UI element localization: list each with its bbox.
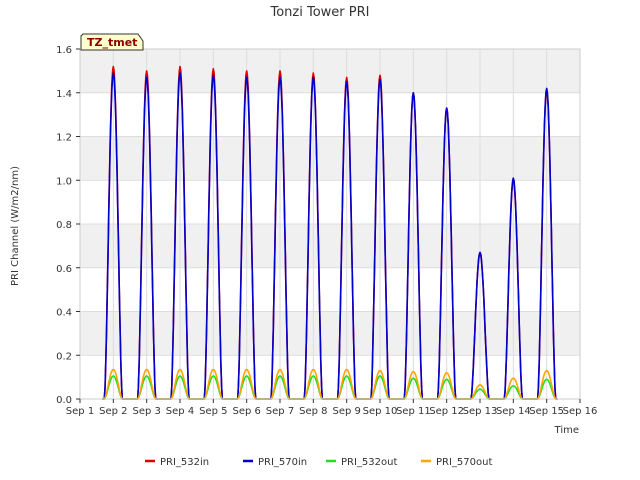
x-tick-label: Sep 8 [299, 406, 327, 417]
x-tick-label: Sep 11 [396, 406, 431, 417]
legend-label: PRI_532in [160, 457, 209, 468]
x-axis: Sep 1 Sep 2 Sep 3 Sep 4 Sep 5 Sep 6 Sep 7 Sep 8… [66, 399, 598, 417]
background-band [80, 311, 580, 356]
background-band [80, 49, 580, 93]
chart-title: Tonzi Tower PRI [270, 5, 370, 20]
x-tick-label: Sep 10 [363, 406, 398, 417]
legend-label: PRI_570in [258, 457, 307, 468]
x-tick-label: Sep 6 [232, 406, 260, 417]
y-tick-label: 1.0 [56, 176, 72, 187]
x-tick-label: Sep 9 [332, 406, 360, 417]
x-tick-label: Sep 4 [166, 406, 194, 417]
chart: Sep 1 Sep 2 Sep 3 Sep 4 Sep 5 Sep 6 Sep 7 Sep 8… [10, 5, 598, 468]
tag-label: TZ_tmet [87, 36, 137, 49]
x-tick-label: Sep 7 [266, 406, 294, 417]
x-axis-title: Time [554, 425, 579, 436]
background-band [80, 136, 580, 181]
legend: PRI_532in PRI_570in PRI_532out PRI_570out [145, 457, 492, 468]
x-tick-label: Sep 15 [529, 406, 564, 417]
x-tick-label: Sep 14 [496, 406, 531, 417]
y-tick-label: 0.0 [56, 395, 72, 406]
x-tick-label: Sep 2 [99, 406, 127, 417]
x-tick-label: Sep 5 [199, 406, 227, 417]
y-tick-label: 1.4 [56, 89, 72, 100]
y-tick-label: 0.2 [56, 351, 72, 362]
y-axis-title: PRI Channel (W/m2/nm) [10, 166, 21, 286]
y-tick-label: 0.8 [56, 220, 72, 231]
legend-label: PRI_570out [436, 457, 492, 468]
y-axis: 0.0 0.2 0.4 0.6 0.8 1.0 1.2 1.4 1.6 [56, 45, 80, 406]
tag-box: TZ_tmet [80, 33, 144, 51]
x-tick-label: Sep 12 [429, 406, 464, 417]
x-tick-label: Sep 13 [463, 406, 498, 417]
y-tick-label: 1.6 [56, 45, 72, 56]
legend-label: PRI_532out [341, 457, 397, 468]
x-tick-label: Sep 1 [66, 406, 94, 417]
y-tick-label: 0.4 [56, 308, 72, 319]
x-tick-label: Sep 3 [132, 406, 160, 417]
x-tick-label: Sep 16 [563, 406, 598, 417]
y-tick-label: 0.6 [56, 264, 72, 275]
background-band [80, 224, 580, 268]
y-tick-label: 1.2 [56, 133, 72, 144]
